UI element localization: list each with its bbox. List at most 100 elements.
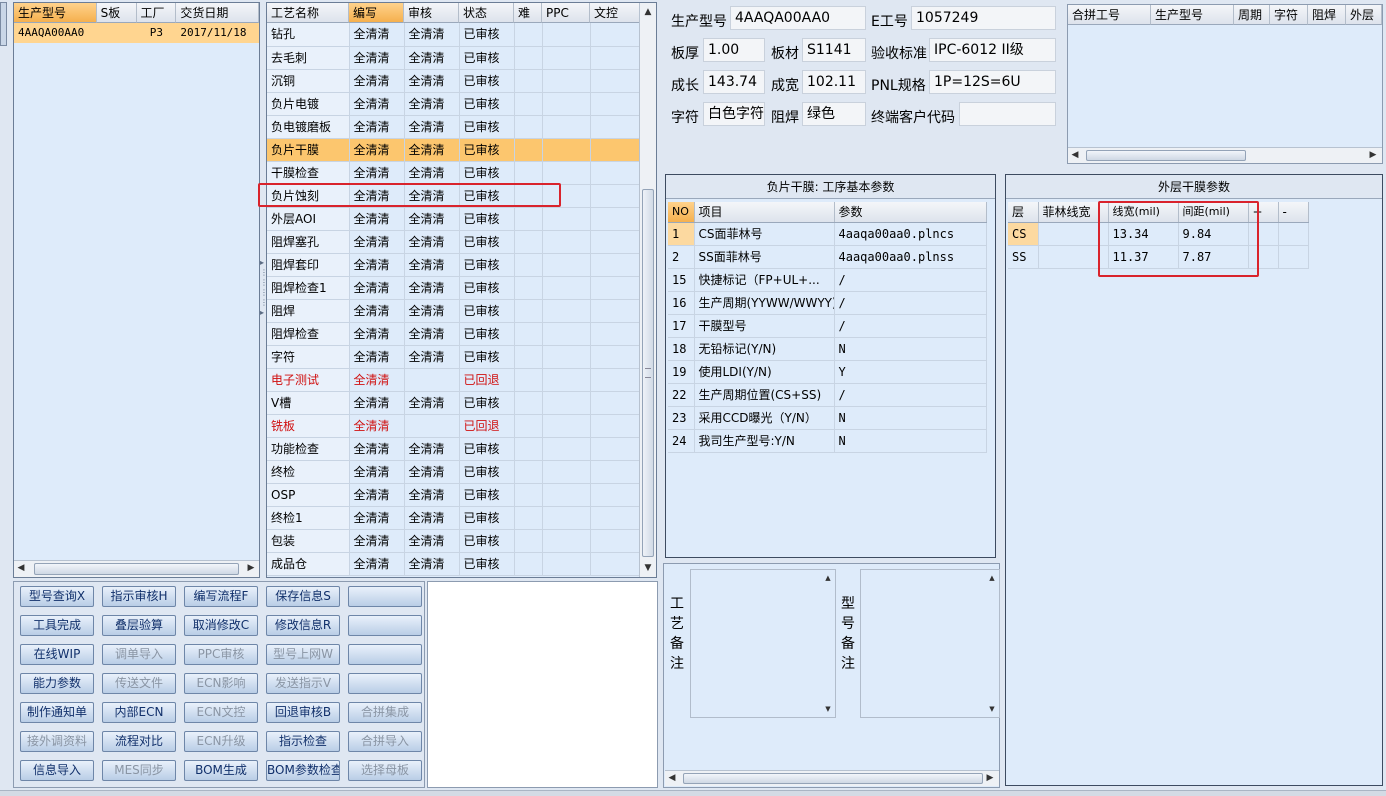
param-row[interactable]: 1 CS面菲林号 4aaqa00aa0.plncs: [668, 222, 987, 246]
action-button[interactable]: 内部ECN: [102, 702, 176, 723]
col-header-delivery-date[interactable]: 交货日期: [176, 3, 259, 23]
action-button[interactable]: 回退审核B: [266, 702, 340, 723]
action-button[interactable]: 指示审核H: [102, 586, 176, 607]
col-header-layer[interactable]: 层: [1008, 202, 1039, 223]
process-row[interactable]: 包装 全清清 全清清 已审核: [267, 529, 641, 553]
process-row[interactable]: 阻焊检查1 全清清 全清清 已审核: [267, 276, 641, 300]
process-grid[interactable]: 工艺名称 编写 审核 状态 难 PPC 文控 钻孔 全清清 全清清 已审核 去毛刺 全清清…: [266, 2, 657, 578]
process-row[interactable]: 钻孔 全清清 全清清 已审核: [267, 23, 641, 47]
product-list-grid[interactable]: 生产型号 S板 工厂 交货日期 4AAQA00AA0 P3 2017/11/18…: [13, 2, 260, 578]
action-button[interactable]: BOM生成: [184, 760, 258, 781]
scroll-down-icon[interactable]: ▼: [986, 703, 998, 715]
process-row[interactable]: 外层AOI 全清清 全清清 已审核: [267, 207, 641, 231]
action-button[interactable]: 编写流程F: [184, 586, 258, 607]
col-header-minus[interactable]: -: [1278, 202, 1309, 223]
scroll-thumb[interactable]: [1086, 150, 1246, 161]
remarks-hscrollbar[interactable]: ◀ ▶: [665, 770, 999, 786]
merge-grid-hscrollbar[interactable]: ◀ ▶: [1068, 147, 1382, 163]
process-row[interactable]: 阻焊检查 全清清 全清清 已审核: [267, 322, 641, 346]
col-header-no[interactable]: NO: [668, 202, 695, 223]
process-row[interactable]: 成品仓 全清清 全清清 已审核: [267, 552, 641, 576]
action-button[interactable]: 信息导入: [20, 760, 94, 781]
action-button[interactable]: 合拼导入: [348, 731, 422, 752]
col-header-param[interactable]: 参数: [834, 202, 987, 223]
process-grid-vscrollbar[interactable]: ▲ ▼: [639, 3, 656, 577]
col-header-model[interactable]: 生产型号: [14, 3, 97, 23]
param-row[interactable]: 2 SS面菲林号 4aaqa00aa0.plnss: [668, 245, 987, 269]
process-row[interactable]: 去毛刺 全清清 全清清 已审核: [267, 46, 641, 70]
field-thickness[interactable]: 1.00: [703, 38, 765, 62]
scroll-right-icon[interactable]: ▶: [1366, 148, 1380, 163]
col-header-process-name[interactable]: 工艺名称: [267, 3, 349, 23]
process-remark-textarea[interactable]: ▲ ▼: [690, 569, 836, 718]
col-header-outer[interactable]: 外层: [1346, 5, 1382, 25]
param-row[interactable]: 19 使用LDI(Y/N) Y: [668, 360, 987, 384]
field-customer[interactable]: [959, 102, 1056, 126]
action-button[interactable]: 选择母板: [348, 760, 422, 781]
col-header-ppc[interactable]: PPC: [542, 3, 590, 23]
process-row[interactable]: OSP 全清清 全清清 已审核: [267, 483, 641, 507]
action-button[interactable]: 保存信息S: [266, 586, 340, 607]
blank-button[interactable]: [348, 586, 422, 607]
splitter-handle[interactable]: ▸ ⋮ ⋮ ⋮ ⋮ ▸: [260, 258, 268, 328]
process-row[interactable]: 铣板 全清清 已回退: [267, 414, 641, 438]
blank-button[interactable]: [348, 644, 422, 665]
action-button[interactable]: BOM参数检查: [266, 760, 340, 781]
process-row[interactable]: 阻焊塞孔 全清清 全清清 已审核: [267, 230, 641, 254]
field-pnl[interactable]: 1P=12S=6U: [929, 70, 1056, 94]
action-button[interactable]: 工具完成: [20, 615, 94, 636]
col-header-writer[interactable]: 编写: [349, 3, 404, 23]
param-row[interactable]: 22 生产周期位置(CS+SS) /: [668, 383, 987, 407]
product-row[interactable]: 4AAQA00AA0 P3 2017/11/18: [14, 23, 259, 43]
action-button[interactable]: 取消修改C: [184, 615, 258, 636]
scroll-down-icon[interactable]: ▼: [822, 703, 834, 715]
field-length[interactable]: 143.74: [703, 70, 765, 94]
col-header-merge-model[interactable]: 生产型号: [1151, 5, 1234, 25]
col-header-factory[interactable]: 工厂: [136, 3, 177, 23]
params-table[interactable]: NO 项目 参数 1 CS面菲林号 4aaqa00aa0.plncs 2 SS面菲林号 4…: [668, 202, 987, 453]
product-list-hscrollbar[interactable]: ◀ ▶: [14, 560, 259, 577]
scroll-left-icon[interactable]: ◀: [14, 561, 28, 577]
action-button[interactable]: MES同步: [102, 760, 176, 781]
action-button[interactable]: ECN升级: [184, 731, 258, 752]
blank-button[interactable]: [348, 673, 422, 694]
action-button[interactable]: 制作通知单: [20, 702, 94, 723]
param-row[interactable]: 23 采用CCD曝光（Y/N） N: [668, 406, 987, 430]
process-row[interactable]: 电子测试 全清清 已回退: [267, 368, 641, 392]
scroll-left-icon[interactable]: ◀: [1068, 148, 1082, 163]
scroll-thumb[interactable]: [34, 563, 239, 575]
process-row[interactable]: 阻焊 全清清 全清清 已审核: [267, 299, 641, 323]
param-row[interactable]: 17 干膜型号 /: [668, 314, 987, 338]
scroll-right-icon[interactable]: ▶: [244, 561, 258, 577]
col-header-char[interactable]: 字符: [1270, 5, 1308, 25]
process-row[interactable]: 负片干膜 全清清 全清清 已审核: [267, 138, 641, 162]
scroll-up-icon[interactable]: ▲: [640, 5, 656, 19]
action-button[interactable]: 合拼集成: [348, 702, 422, 723]
col-header-reviewer[interactable]: 审核: [404, 3, 459, 23]
scroll-left-icon[interactable]: ◀: [665, 771, 679, 786]
process-row[interactable]: 负片电镀 全清清 全清清 已审核: [267, 92, 641, 116]
field-char[interactable]: 白色字符: [703, 102, 765, 126]
process-row[interactable]: V槽 全清清 全清清 已审核: [267, 391, 641, 415]
model-remark-textarea[interactable]: ▲ ▼: [860, 569, 1000, 718]
scroll-thumb[interactable]: [683, 773, 983, 784]
action-button[interactable]: 型号查询X: [20, 586, 94, 607]
col-header-status[interactable]: 状态: [459, 3, 514, 23]
merge-job-grid[interactable]: 合拼工号 生产型号 周期 字符 阻焊 外层 ◀ ▶: [1067, 4, 1383, 164]
field-material[interactable]: S1141: [802, 38, 866, 62]
scroll-down-icon[interactable]: ▼: [640, 561, 656, 575]
blank-button[interactable]: [348, 615, 422, 636]
scroll-right-icon[interactable]: ▶: [983, 771, 997, 786]
side-collapse-tab[interactable]: [0, 2, 7, 46]
param-row[interactable]: 16 生产周期(YYWW/WWYY) /: [668, 291, 987, 315]
action-button[interactable]: ECN文控: [184, 702, 258, 723]
param-row[interactable]: 18 无铅标记(Y/N) N: [668, 337, 987, 361]
process-row[interactable]: 负电镀磨板 全清清 全清清 已审核: [267, 115, 641, 139]
action-button[interactable]: 指示检查: [266, 731, 340, 752]
process-row[interactable]: 干膜检查 全清清 全清清 已审核: [267, 161, 641, 185]
col-header-doc-control[interactable]: 文控: [590, 3, 640, 23]
process-row[interactable]: 字符 全清清 全清清 已审核: [267, 345, 641, 369]
action-button[interactable]: 调单导入: [102, 644, 176, 665]
process-row[interactable]: 沉铜 全清清 全清清 已审核: [267, 69, 641, 93]
action-button[interactable]: ECN影响: [184, 673, 258, 694]
